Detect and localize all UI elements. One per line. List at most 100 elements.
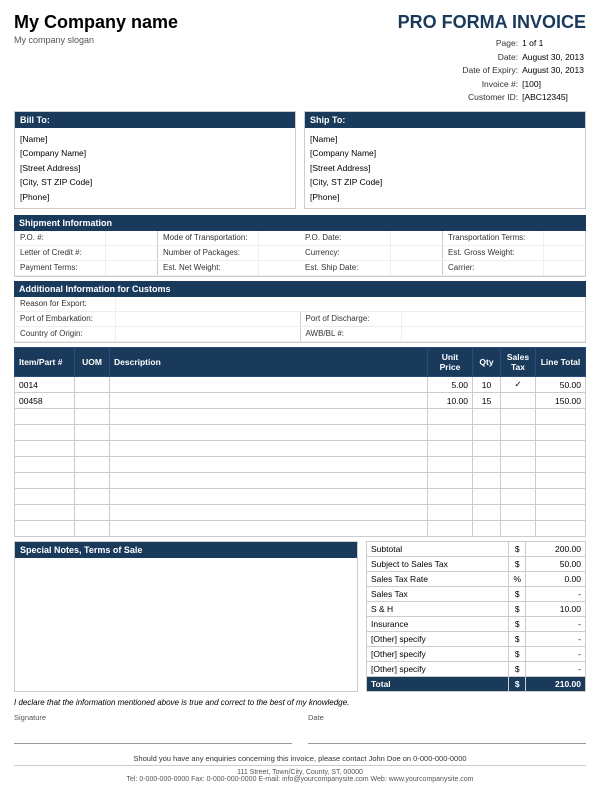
special-notes: Special Notes, Terms of Sale [14, 541, 358, 692]
shipment-right-value [258, 261, 300, 275]
total-amount: - [526, 632, 586, 647]
totals-row: Total $ 210.00 [367, 677, 586, 692]
invoice-title: PRO FORMA INVOICE [398, 12, 586, 33]
col-unit-price: Unit Price [428, 348, 473, 377]
shipment-left-value [390, 231, 442, 245]
totals-block: Subtotal $ 200.00 Subject to Sales Tax $… [366, 541, 586, 692]
cell-sales-tax [501, 521, 536, 537]
total-amount: 210.00 [526, 677, 586, 692]
shipment-right-label: Mode of Transportation: [158, 231, 258, 245]
cell-uom [75, 473, 110, 489]
cell-sales-tax [501, 489, 536, 505]
cell-uom [75, 409, 110, 425]
cell-item [15, 457, 75, 473]
shipment-right-cell: Est. Net Weight: [157, 261, 300, 275]
totals-row: Subtotal $ 200.00 [367, 542, 586, 557]
col-description: Description [110, 348, 428, 377]
shipment-right-label: Number of Packages: [158, 246, 258, 260]
customs-left-label: Country of Origin: [15, 327, 115, 341]
bottom-section: Special Notes, Terms of Sale Subtotal $ … [14, 541, 586, 692]
cell-unit-price [428, 473, 473, 489]
signature-line [14, 724, 292, 744]
shipment-left-value [105, 261, 157, 275]
shipment-left-label: Est. Ship Date: [300, 261, 390, 275]
cell-description [110, 457, 428, 473]
cell-unit-price [428, 409, 473, 425]
cell-unit-price: 5.00 [428, 377, 473, 393]
shipment-left-label: P.O. #: [15, 231, 105, 245]
total-symbol: $ [509, 587, 526, 602]
bill-to-company: [Company Name] [20, 146, 290, 160]
items-tbody: 0014 5.00 10 ✓ 50.00 00458 10.00 15 150.… [15, 377, 586, 537]
cell-line-total [536, 473, 586, 489]
cell-description [110, 473, 428, 489]
total-label: S & H [367, 602, 509, 617]
address-section: Bill To: [Name] [Company Name] [Street A… [14, 111, 586, 209]
cell-unit-price: 10.00 [428, 393, 473, 409]
date-line [308, 724, 586, 744]
bill-to-name: [Name] [20, 132, 290, 146]
customer-id-label: Customer ID: [460, 91, 520, 105]
total-amount: - [526, 662, 586, 677]
shipment-right-value [258, 231, 300, 245]
cell-qty: 10 [473, 377, 501, 393]
total-label: Insurance [367, 617, 509, 632]
cell-qty [473, 457, 501, 473]
total-label: Sales Tax Rate [367, 572, 509, 587]
shipment-right-cell: Transportation Terms: [442, 231, 585, 245]
table-row [15, 425, 586, 441]
shipment-left-cell: Currency: [300, 246, 442, 260]
table-row [15, 409, 586, 425]
cell-sales-tax [501, 441, 536, 457]
totals-row: [Other] specify $ - [367, 632, 586, 647]
shipment-left-label: P.O. Date: [300, 231, 390, 245]
invoice-num-value: [100] [520, 78, 586, 92]
invoice-num-label: Invoice #: [460, 78, 520, 92]
shipment-right-cell: Carrier: [442, 261, 585, 275]
total-amount: 0.00 [526, 572, 586, 587]
customs-right-label: Port of Discharge: [301, 312, 401, 326]
expiry-value: August 30, 2013 [520, 64, 586, 78]
cell-sales-tax [501, 457, 536, 473]
totals-row: S & H $ 10.00 [367, 602, 586, 617]
cell-line-total: 50.00 [536, 377, 586, 393]
cell-description [110, 505, 428, 521]
shipment-grid: P.O. #: Mode of Transportation: P.O. Dat… [14, 231, 586, 277]
col-qty: Qty [473, 348, 501, 377]
col-sales-tax: Sales Tax [501, 348, 536, 377]
cell-item [15, 489, 75, 505]
cell-sales-tax [501, 393, 536, 409]
signature-block: Signature [14, 713, 292, 744]
cell-line-total [536, 441, 586, 457]
total-amount: - [526, 647, 586, 662]
shipment-right-label: Est. Net Weight: [158, 261, 258, 275]
cell-qty [473, 409, 501, 425]
special-notes-header: Special Notes, Terms of Sale [15, 542, 357, 558]
ship-to-city: [City, ST ZIP Code] [310, 175, 580, 189]
expiry-label: Date of Expiry: [460, 64, 520, 78]
shipment-row: Payment Terms: Est. Net Weight: [15, 261, 300, 276]
shipment-left-cell: Letter of Credit #: [15, 246, 157, 260]
signature-label: Signature [14, 713, 292, 722]
cell-qty [473, 473, 501, 489]
date-label: Date [308, 713, 586, 722]
cell-uom [75, 441, 110, 457]
footer-contact-info: Tel: 0-000-000-0000 Fax: 0-000-000-0000 … [14, 776, 586, 783]
bill-to-street: [Street Address] [20, 161, 290, 175]
invoice-header-right: PRO FORMA INVOICE Page: 1 of 1 Date: Aug… [398, 12, 586, 105]
meta-info: Page: 1 of 1 Date: August 30, 2013 Date … [398, 37, 586, 105]
shipment-row: P.O. Date: Transportation Terms: [300, 231, 585, 246]
cell-item [15, 409, 75, 425]
shipment-left-value [390, 261, 442, 275]
cell-unit-price [428, 521, 473, 537]
shipment-left-cell: P.O. Date: [300, 231, 442, 245]
totals-table: Subtotal $ 200.00 Subject to Sales Tax $… [366, 541, 586, 692]
page-label: Page: [460, 37, 520, 51]
shipment-right-label: Transportation Terms: [443, 231, 543, 245]
customs-right-value [401, 327, 586, 341]
shipment-section: Shipment Information P.O. #: Mode of Tra… [14, 215, 586, 277]
table-row [15, 457, 586, 473]
bill-to-content: [Name] [Company Name] [Street Address] [… [15, 128, 295, 208]
shipment-row: Letter of Credit #: Number of Packages: [15, 246, 300, 261]
cell-unit-price [428, 505, 473, 521]
